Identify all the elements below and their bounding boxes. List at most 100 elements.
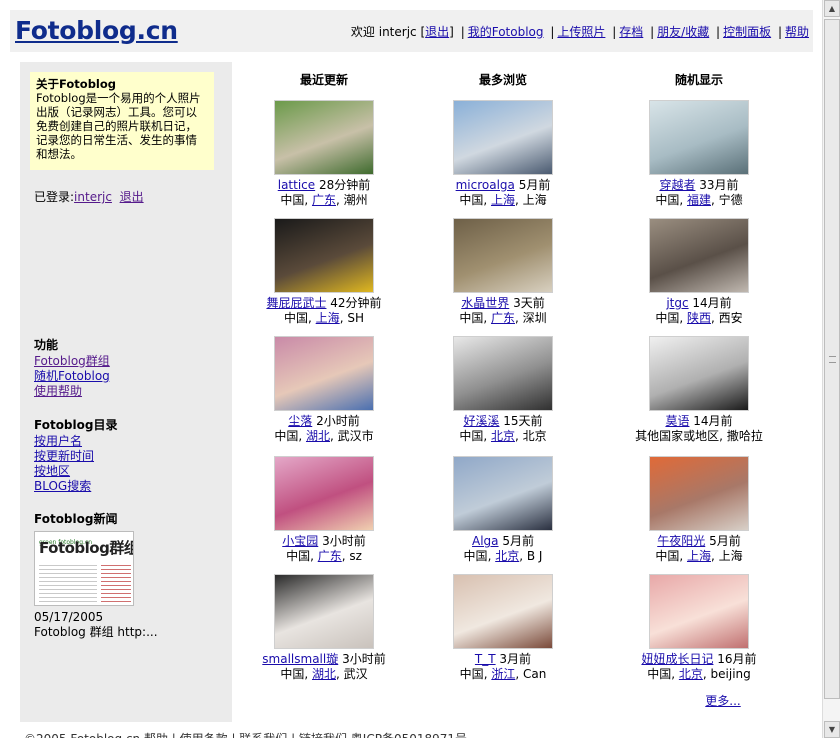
nav-upload-link[interactable]: 上传照片 [557, 25, 605, 39]
photo-province-link[interactable]: 广东 [318, 549, 342, 563]
feature-random-link[interactable]: 随机Fotoblog [34, 369, 110, 383]
photo-thumbnail[interactable] [274, 100, 374, 175]
column-header-random: 随机显示 [674, 73, 723, 87]
nav-archive-link[interactable]: 存档 [619, 25, 643, 39]
photo-thumbnail[interactable] [274, 218, 374, 293]
directory-by-user-link[interactable]: 按用户名 [34, 434, 82, 448]
photo-thumbnail[interactable] [274, 574, 374, 649]
column-header-recent: 最近更新 [299, 73, 348, 87]
top-logout-link[interactable]: 退出 [425, 25, 449, 39]
photo-card: 舞屁屁武士 42分钟前 中国, 上海, SH [239, 218, 409, 326]
photo-time: 28分钟前 [318, 178, 371, 192]
about-text: Fotoblog是一个易用的个人照片出版（记录网志）工具。您可以免费创建自己的照… [36, 91, 201, 161]
photo-time: 33月前 [699, 178, 739, 192]
login-logout-link[interactable]: 退出 [120, 190, 144, 204]
photo-user-link[interactable]: T_T [475, 652, 496, 666]
photo-time: 5月前 [502, 534, 534, 548]
photo-user-link[interactable]: 水晶世界 [461, 296, 509, 310]
login-user-link[interactable]: interjc [74, 190, 112, 204]
news-thumbnail-image[interactable]: green fotoblog.cn Fotoblog群组 [34, 531, 134, 606]
nav-friends-link[interactable]: 朋友/收藏 [657, 25, 709, 39]
nav-my-fotoblog-link[interactable]: 我的Fotoblog [468, 25, 544, 39]
photo-user-link[interactable]: lattice [278, 178, 315, 192]
photo-user-link[interactable]: jtgc [666, 296, 688, 310]
photo-user-link[interactable]: smallsmall璇 [262, 652, 338, 666]
nav-help-link[interactable]: 帮助 [785, 25, 809, 39]
photo-thumbnail[interactable] [453, 100, 553, 175]
photo-user-link[interactable]: Alga [472, 534, 499, 548]
directory-by-time-link[interactable]: 按更新时间 [34, 449, 94, 463]
photo-time: 3小时前 [342, 652, 386, 666]
photo-time: 3小时前 [322, 534, 366, 548]
photo-thumbnail[interactable] [649, 574, 749, 649]
photo-city: 深圳 [522, 311, 547, 325]
photo-user-link[interactable]: 尘落 [288, 414, 312, 428]
directory-title: Fotoblog目录 [34, 418, 118, 432]
photo-user-link[interactable]: 舞屁屁武士 [266, 296, 326, 310]
photo-province-link[interactable]: 北京 [495, 549, 519, 563]
photo-city: 撒哈拉 [726, 429, 763, 443]
photo-country: 中国 [655, 549, 680, 563]
photo-thumbnail[interactable] [274, 456, 374, 531]
photo-country: 中国 [459, 311, 484, 325]
photo-time: 5月前 [709, 534, 741, 548]
photo-thumbnail[interactable] [453, 218, 553, 293]
photo-province-link[interactable]: 浙江 [491, 667, 515, 681]
photo-city: B J [526, 549, 543, 563]
photo-thumbnail[interactable] [453, 336, 553, 411]
feature-help-link[interactable]: 使用帮助 [34, 384, 82, 398]
photo-province-link[interactable]: 北京 [491, 429, 515, 443]
photo-province-link[interactable]: 上海 [491, 193, 515, 207]
photo-province-link[interactable]: 湖北 [306, 429, 330, 443]
photo-province-link[interactable]: 湖北 [312, 667, 336, 681]
nav-control-panel-link[interactable]: 控制面板 [723, 25, 771, 39]
photo-province-link[interactable]: 广东 [491, 311, 515, 325]
directory-by-region-link[interactable]: 按地区 [34, 464, 70, 478]
photo-user-link[interactable]: 午夜阳光 [657, 534, 705, 548]
photo-card: 好溪溪 15天前 中国, 北京, 北京 [418, 336, 588, 444]
site-logo-link[interactable]: Fotoblog.cn [15, 16, 178, 45]
photo-province-link[interactable]: 陕西 [687, 311, 711, 325]
photo-thumbnail[interactable] [649, 218, 749, 293]
photo-country: 中国 [459, 429, 484, 443]
photo-thumbnail[interactable] [649, 336, 749, 411]
photo-country: 中国 [284, 311, 309, 325]
photo-card: 尘落 2小时前 中国, 湖北, 武汉市 [239, 336, 409, 444]
news-thumb-side-lines [101, 562, 131, 602]
photo-country: 中国 [286, 549, 311, 563]
photo-user-link[interactable]: 好溪溪 [463, 414, 499, 428]
photo-user-link[interactable]: 穿越者 [659, 178, 695, 192]
more-link[interactable]: 更多... [705, 694, 740, 708]
photo-province-link[interactable]: 广东 [312, 193, 336, 207]
photo-thumbnail[interactable] [453, 574, 553, 649]
sidebar: 关于Fotoblog Fotoblog是一个易用的个人照片出版（记录网志）工具。… [20, 62, 232, 722]
photo-card: microalga 5月前 中国, 上海, 上海 [418, 100, 588, 208]
scrollbar-grip [829, 356, 836, 363]
photo-province-link[interactable]: 福建 [687, 193, 711, 207]
photo-province-link[interactable]: 北京 [679, 667, 703, 681]
photo-thumbnail[interactable] [649, 100, 749, 175]
scroll-down-icon[interactable]: ▼ [824, 721, 840, 738]
photo-user-link[interactable]: 莫语 [665, 414, 689, 428]
photo-card: 莫语 14月前 其他国家或地区, 撒哈拉 [614, 336, 784, 444]
photo-user-link[interactable]: microalga [456, 178, 515, 192]
scrollbar-thumb[interactable] [824, 19, 840, 699]
news-title: Fotoblog新闻 [34, 512, 118, 526]
feature-groups-link[interactable]: Fotoblog群组 [34, 354, 110, 368]
photo-user-link[interactable]: 小宝园 [282, 534, 318, 548]
photo-province-link[interactable]: 上海 [316, 311, 340, 325]
directory-blog-search-link[interactable]: BLOG搜索 [34, 479, 91, 493]
login-status: 已登录:interjc 退出 [34, 188, 144, 205]
photo-province-link[interactable]: 上海 [687, 549, 711, 563]
photo-city: 上海 [522, 193, 547, 207]
photo-user-link[interactable]: 妞妞成长日记 [641, 652, 713, 666]
photo-time: 15天前 [503, 414, 543, 428]
photo-time: 5月前 [518, 178, 551, 192]
photo-thumbnail[interactable] [453, 456, 553, 531]
scroll-up-icon[interactable]: ▲ [824, 0, 840, 17]
photo-time: 3月前 [499, 652, 532, 666]
photo-card: smallsmall璇 3小时前 中国, 湖北, 武汉 [239, 574, 409, 682]
photo-thumbnail[interactable] [274, 336, 374, 411]
vertical-scrollbar[interactable]: ▲ ▼ [822, 0, 840, 738]
photo-thumbnail[interactable] [649, 456, 749, 531]
